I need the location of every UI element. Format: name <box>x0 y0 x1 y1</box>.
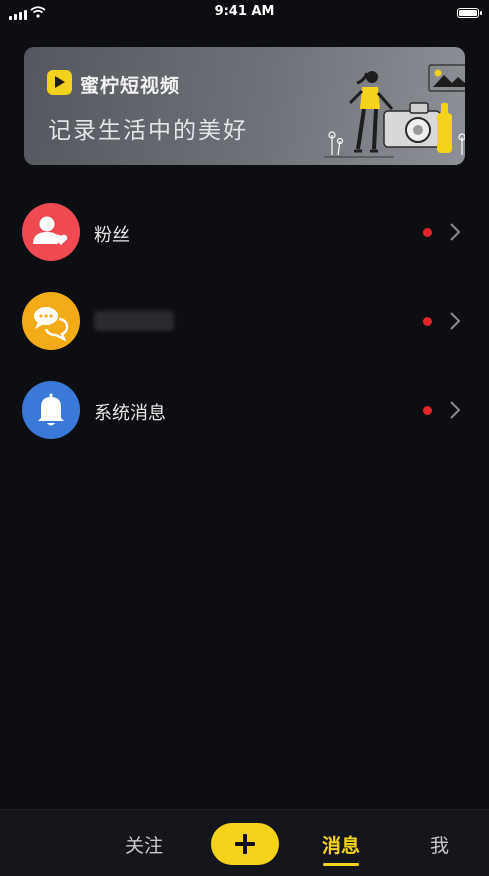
message-list: 粉丝 系统消息 <box>0 188 489 455</box>
list-item-label: 粉丝 <box>94 225 130 246</box>
bottom-tab-bar: 关注 消息 我 <box>0 809 489 876</box>
fans-avatar <box>22 203 80 261</box>
list-item-fans[interactable]: 粉丝 <box>0 188 489 277</box>
brand-name: 蜜柠短视频 <box>80 75 181 97</box>
status-bar: 9:41 AM <box>0 0 489 26</box>
fans-icon <box>33 216 68 245</box>
active-tab-indicator <box>323 863 359 866</box>
unread-dot <box>423 406 432 415</box>
list-item-label: 系统消息 <box>94 403 166 424</box>
list-item-comments[interactable] <box>0 277 489 366</box>
promo-banner[interactable]: 蜜柠短视频 记录生活中的美好 <box>24 47 465 165</box>
list-item-label-redacted <box>94 311 174 331</box>
tab-follow[interactable]: 关注 <box>125 831 163 858</box>
chevron-right-icon <box>450 312 461 330</box>
comment-icon <box>34 307 69 342</box>
create-post-button[interactable] <box>211 823 279 865</box>
list-item-system[interactable]: 系统消息 <box>0 366 489 455</box>
system-avatar <box>22 381 80 439</box>
comments-avatar <box>22 292 80 350</box>
chevron-right-icon <box>450 223 461 241</box>
tab-me[interactable]: 我 <box>430 831 449 858</box>
bell-icon <box>38 393 64 426</box>
banner-slogan: 记录生活中的美好 <box>48 118 248 144</box>
unread-dot <box>423 317 432 326</box>
status-time: 9:41 AM <box>214 4 275 19</box>
app-logo-icon <box>47 70 72 95</box>
photographer-illustration-icon <box>324 64 465 158</box>
tab-messages[interactable]: 消息 <box>322 831 360 858</box>
unread-dot <box>423 228 432 237</box>
chevron-right-icon <box>450 401 461 419</box>
battery-icon <box>457 8 482 18</box>
